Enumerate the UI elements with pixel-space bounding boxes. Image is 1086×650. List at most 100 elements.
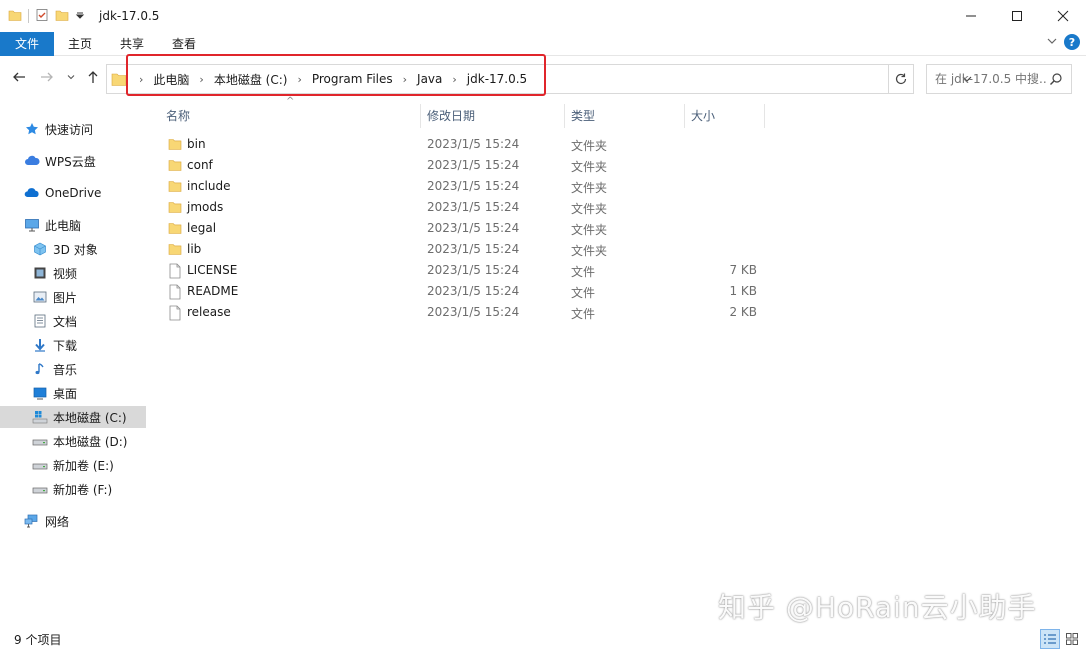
close-button[interactable] (1040, 0, 1086, 32)
column-divider[interactable] (764, 104, 765, 128)
file-type: 文件夹 (571, 139, 608, 153)
table-row[interactable]: LICENSE 2023/1/5 15:24 文件 7 KB (146, 260, 766, 281)
sidebar-item-this-pc[interactable]: 此电脑 (0, 214, 146, 236)
sidebar-item-quick-access[interactable]: 快速访问 (0, 118, 146, 140)
table-row[interactable]: lib 2023/1/5 15:24 文件夹 (146, 239, 766, 260)
file-name: bin (187, 137, 206, 151)
table-row[interactable]: conf 2023/1/5 15:24 文件夹 (146, 155, 766, 176)
recent-locations-button[interactable] (62, 68, 80, 86)
up-button[interactable] (84, 68, 102, 86)
new-folder-icon[interactable] (55, 8, 69, 25)
column-header-size[interactable]: 大小 (691, 102, 761, 128)
file-type: 文件夹 (571, 244, 608, 258)
sidebar-item-downloads[interactable]: 下载 (0, 334, 146, 356)
sidebar-item-desktop[interactable]: 桌面 (0, 382, 146, 404)
customize-qat-icon[interactable] (75, 9, 85, 23)
sidebar-item-music[interactable]: 音乐 (0, 358, 146, 380)
table-row[interactable]: bin 2023/1/5 15:24 文件夹 (146, 134, 766, 155)
folder-icon (168, 137, 182, 154)
sidebar-item-documents[interactable]: 文档 (0, 310, 146, 332)
help-icon[interactable]: ? (1064, 34, 1080, 50)
file-date: 2023/1/5 15:24 (427, 242, 520, 256)
sidebar-item-pictures[interactable]: 图片 (0, 286, 146, 308)
title-bar: jdk-17.0.5 (0, 0, 1086, 32)
sidebar-item-3d-objects[interactable]: 3D 对象 (0, 238, 146, 260)
folder-icon (168, 158, 182, 175)
search-icon[interactable] (1049, 72, 1063, 89)
properties-icon[interactable] (35, 8, 49, 25)
drive-c-icon (32, 409, 48, 425)
forward-button[interactable] (38, 68, 56, 86)
search-input[interactable] (935, 72, 1047, 86)
desktop-icon (32, 385, 48, 401)
drive-icon (32, 457, 48, 473)
folder-icon (168, 242, 182, 259)
maximize-button[interactable] (994, 0, 1040, 32)
table-row[interactable]: release 2023/1/5 15:24 文件 2 KB (146, 302, 766, 323)
item-count: 9 个项目 (14, 633, 62, 647)
minimize-button[interactable] (948, 0, 994, 32)
sidebar-item-local-disk-d[interactable]: 本地磁盘 (D:) (0, 430, 146, 452)
network-icon (24, 513, 40, 529)
file-name: include (187, 179, 231, 193)
download-icon (32, 337, 48, 353)
file-date: 2023/1/5 15:24 (427, 137, 520, 151)
sidebar-item-volume-e[interactable]: 新加卷 (E:) (0, 454, 146, 476)
column-header-date[interactable]: 修改日期 (427, 102, 557, 128)
cloud-icon (24, 153, 40, 169)
refresh-button[interactable] (888, 64, 914, 94)
table-row[interactable]: include 2023/1/5 15:24 文件夹 (146, 176, 766, 197)
back-button[interactable] (10, 68, 28, 86)
details-view-button[interactable] (1040, 629, 1060, 649)
column-divider[interactable] (564, 104, 565, 128)
file-type: 文件夹 (571, 160, 608, 174)
file-icon (168, 284, 182, 303)
sidebar-item-videos[interactable]: 视频 (0, 262, 146, 284)
sidebar-item-local-disk-c[interactable]: 本地磁盘 (C:) (0, 406, 146, 428)
file-type: 文件 (571, 265, 596, 279)
file-type: 文件夹 (571, 181, 608, 195)
file-size: 2 KB (729, 305, 757, 319)
file-icon (168, 263, 182, 282)
picture-icon (32, 289, 48, 305)
file-date: 2023/1/5 15:24 (427, 284, 520, 298)
folder-icon (168, 179, 182, 196)
file-date: 2023/1/5 15:24 (427, 200, 520, 214)
table-row[interactable]: legal 2023/1/5 15:24 文件夹 (146, 218, 766, 239)
window-title: jdk-17.0.5 (99, 9, 160, 23)
arrow-up-icon (88, 71, 98, 83)
tab-share[interactable]: 共享 (106, 32, 158, 56)
file-size: 7 KB (729, 263, 757, 277)
search-box[interactable] (926, 64, 1072, 94)
maximize-icon (1012, 11, 1022, 21)
column-divider[interactable] (420, 104, 421, 128)
column-divider[interactable] (684, 104, 685, 128)
tab-view[interactable]: 查看 (158, 32, 210, 56)
table-row[interactable]: jmods 2023/1/5 15:24 文件夹 (146, 197, 766, 218)
sidebar-item-onedrive[interactable]: OneDrive (0, 182, 146, 204)
table-row[interactable]: README 2023/1/5 15:24 文件 1 KB (146, 281, 766, 302)
address-highlight-box (126, 54, 546, 96)
file-type: 文件夹 (571, 223, 608, 237)
sidebar-item-network[interactable]: 网络 (0, 510, 146, 532)
sidebar-item-wps-cloud[interactable]: WPS云盘 (0, 150, 146, 172)
file-date: 2023/1/5 15:24 (427, 305, 520, 319)
file-size: 1 KB (729, 284, 757, 298)
video-icon (32, 265, 48, 281)
chevron-down-icon (67, 75, 75, 80)
arrow-right-icon (41, 72, 53, 82)
sidebar-item-volume-f[interactable]: 新加卷 (F:) (0, 478, 146, 500)
arrow-left-icon (13, 72, 25, 82)
file-name: LICENSE (187, 263, 238, 277)
column-header-type[interactable]: 类型 (571, 102, 681, 128)
details-view-icon (1044, 634, 1056, 644)
folder-icon (8, 8, 22, 25)
large-icons-view-button[interactable] (1062, 629, 1082, 649)
ribbon-tabs: 文件 主页 共享 查看 ? (0, 31, 1086, 56)
computer-icon (24, 217, 40, 233)
tab-home[interactable]: 主页 (54, 32, 106, 56)
file-list: ^ 名称 修改日期 类型 大小 bin 2023/1/5 15:24 文件夹 conf… (146, 96, 1086, 628)
tab-file[interactable]: 文件 (0, 31, 54, 56)
column-header-name[interactable]: 名称 (166, 102, 416, 128)
expand-ribbon-icon[interactable] (1046, 35, 1058, 50)
